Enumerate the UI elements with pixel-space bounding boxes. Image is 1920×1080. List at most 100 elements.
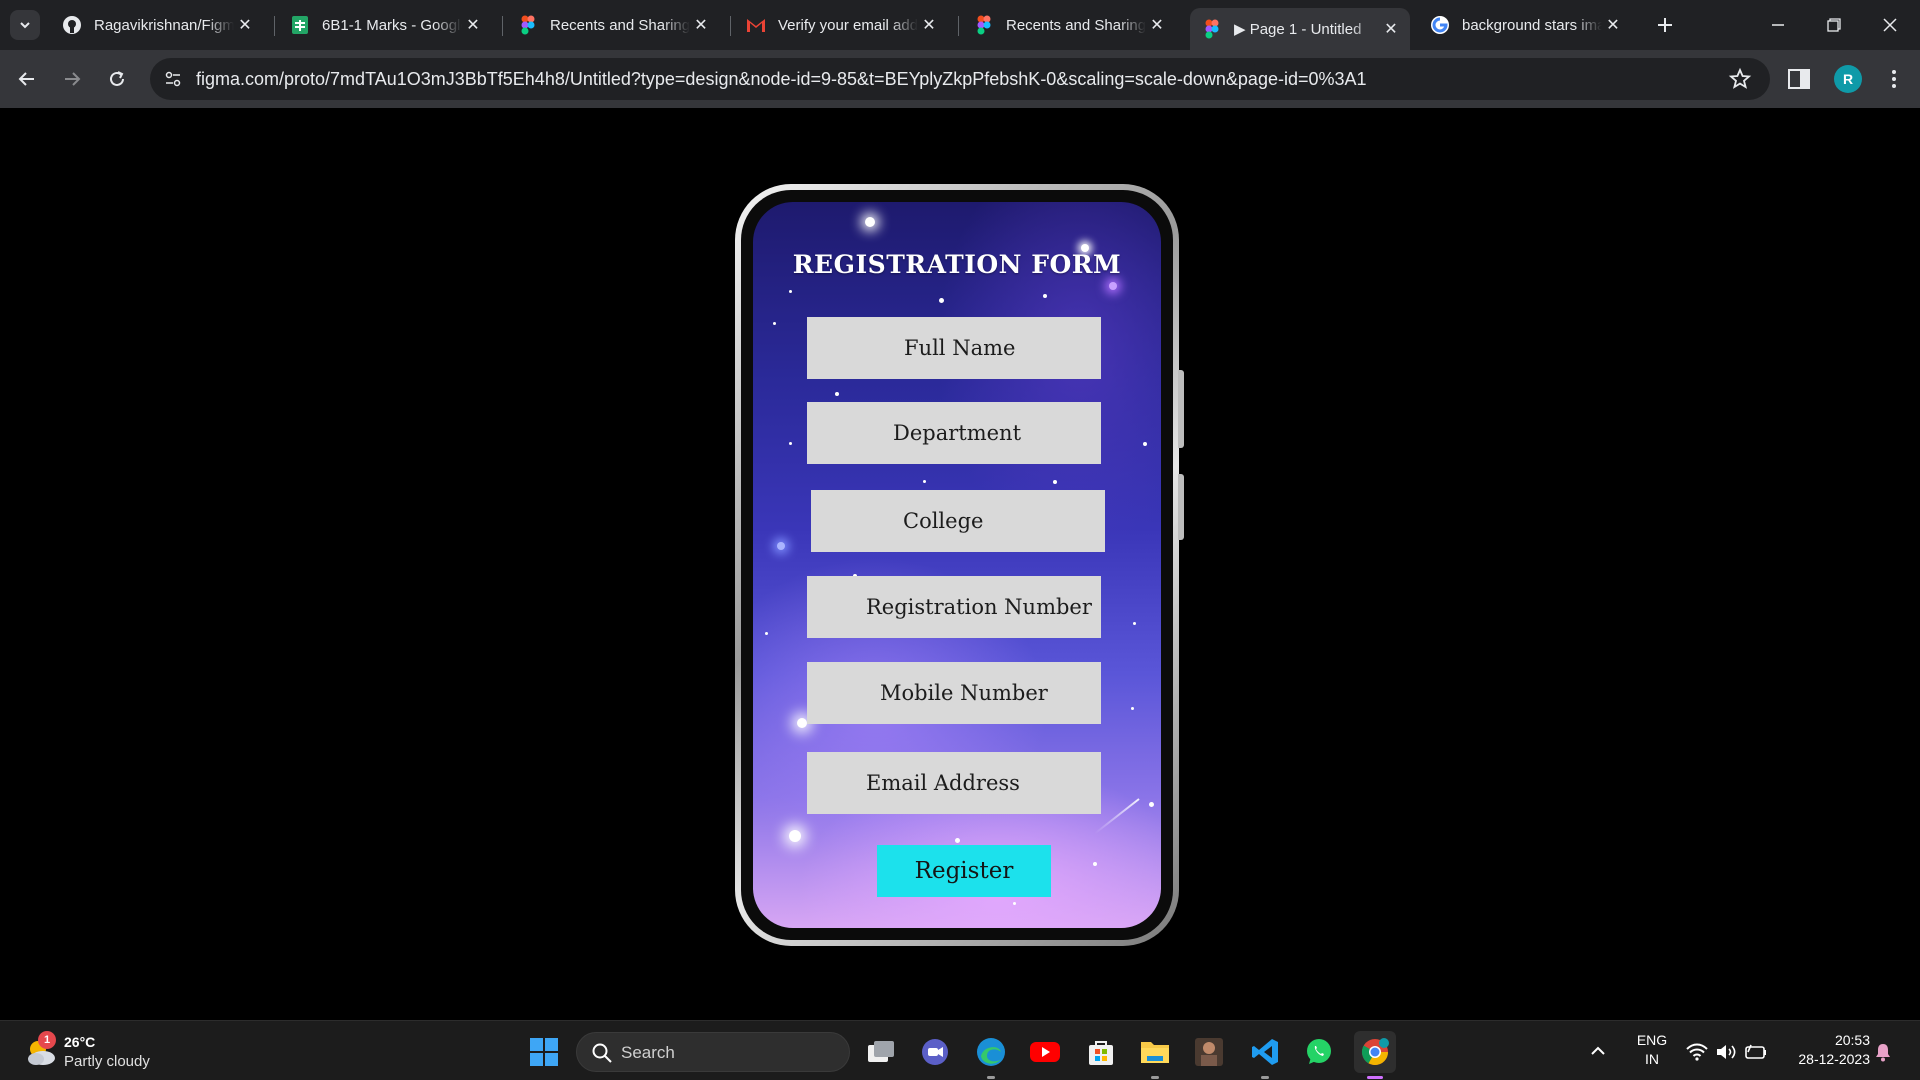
star — [1093, 862, 1097, 866]
file-explorer-icon[interactable] — [1134, 1031, 1176, 1079]
google-icon — [1430, 15, 1450, 35]
reload-button[interactable] — [100, 62, 134, 96]
mobile-number-field[interactable]: Mobile Number — [807, 662, 1101, 724]
tab-gmail[interactable]: Verify your email address ✕ — [734, 8, 948, 42]
tab-title: 6B1-1 Marks - Google Sheets — [322, 16, 462, 34]
star — [1143, 442, 1147, 446]
taskbar-search-box[interactable]: Search — [576, 1032, 850, 1072]
tab-search-button[interactable] — [10, 10, 40, 40]
close-icon[interactable]: ✕ — [234, 14, 256, 36]
language-indicator[interactable]: ENG IN — [1632, 1031, 1672, 1069]
microsoft-store-icon[interactable] — [1080, 1031, 1122, 1073]
email-address-field[interactable]: Email Address — [807, 752, 1101, 814]
star — [797, 718, 807, 728]
notification-badge: 1 — [38, 1031, 56, 1049]
star — [789, 290, 792, 293]
tab-google-search[interactable]: background stars images ✕ — [1418, 8, 1632, 42]
youtube-icon[interactable] — [1024, 1031, 1066, 1073]
tab-title: ▶ Page 1 - Untitled — [1234, 21, 1362, 38]
college-field[interactable]: College — [811, 490, 1105, 552]
arrow-right-icon — [65, 72, 81, 86]
close-icon — [1883, 18, 1897, 32]
tab-separator — [274, 16, 275, 36]
close-icon[interactable]: ✕ — [918, 14, 940, 36]
close-icon[interactable]: ✕ — [1380, 18, 1402, 40]
phone-screen: REGISTRATION FORM Full Name Department C… — [753, 202, 1161, 928]
running-indicator — [1367, 1076, 1383, 1079]
tab-title: Ragavikrishnan/Figma — [94, 16, 234, 34]
windows-start-icon[interactable] — [523, 1031, 565, 1073]
star — [789, 830, 801, 842]
google-sheets-icon — [290, 15, 310, 35]
star — [955, 838, 960, 843]
address-bar[interactable]: figma.com/proto/7mdTAu1O3mJ3BbTf5Eh4h8/U… — [150, 58, 1770, 100]
volume-icon[interactable] — [1714, 1040, 1738, 1064]
reload-icon — [110, 71, 124, 86]
plus-icon — [1658, 18, 1672, 32]
whatsapp-icon[interactable] — [1298, 1031, 1340, 1073]
phone-side-button — [1178, 370, 1184, 448]
side-panel-icon[interactable] — [1786, 66, 1812, 92]
battery-icon[interactable] — [1744, 1040, 1768, 1064]
new-tab-button[interactable] — [1650, 10, 1680, 40]
restore-button[interactable] — [1806, 0, 1862, 50]
search-placeholder: Search — [621, 1043, 675, 1062]
star — [1053, 480, 1057, 484]
site-info-icon[interactable] — [160, 66, 186, 92]
star — [1043, 294, 1047, 298]
phone-frame: REGISTRATION FORM Full Name Department C… — [735, 184, 1184, 946]
phone-side-button — [1178, 474, 1184, 540]
close-window-button[interactable] — [1862, 0, 1918, 50]
notification-bell-icon[interactable] — [1872, 1041, 1894, 1063]
tab-title: Recents and Sharing — [550, 16, 690, 34]
clock-time: 20:53 — [1834, 1032, 1870, 1048]
forward-button[interactable] — [55, 62, 89, 96]
wifi-icon[interactable] — [1685, 1040, 1709, 1064]
tab-figma-recents-2[interactable]: Recents and Sharing ✕ — [962, 8, 1176, 42]
bookmark-star-icon[interactable] — [1728, 67, 1752, 91]
tab-strip: Ragavikrishnan/Figma ✕ 6B1-1 Marks - Goo… — [0, 0, 1920, 50]
browser-menu-button[interactable] — [1880, 64, 1908, 94]
task-view-icon[interactable] — [860, 1031, 902, 1073]
register-button[interactable]: Register — [877, 845, 1051, 897]
tab-figma-page-active[interactable]: ▶ Page 1 - Untitled ✕ — [1190, 8, 1410, 50]
department-field[interactable]: Department — [807, 402, 1101, 464]
chrome-icon[interactable] — [1354, 1031, 1396, 1079]
close-icon[interactable]: ✕ — [462, 14, 484, 36]
weather-temperature: 26°C — [64, 1034, 96, 1050]
back-button[interactable] — [10, 62, 44, 96]
close-icon[interactable]: ✕ — [1602, 14, 1624, 36]
close-icon[interactable]: ✕ — [690, 14, 712, 36]
browser-toolbar: figma.com/proto/7mdTAu1O3mJ3BbTf5Eh4h8/U… — [0, 50, 1920, 108]
tab-google-sheets[interactable]: 6B1-1 Marks - Google Sheets ✕ — [278, 8, 492, 42]
star — [789, 442, 792, 445]
weather-widget[interactable]: 1 26°C Partly cloudy — [20, 1031, 190, 1073]
vscode-icon[interactable] — [1244, 1031, 1286, 1079]
registration-number-field[interactable]: Registration Number — [807, 576, 1101, 638]
star — [765, 632, 768, 635]
tab-github[interactable]: Ragavikrishnan/Figma ✕ — [50, 8, 264, 42]
running-indicator — [1261, 1076, 1269, 1079]
tab-title: Recents and Sharing — [1006, 16, 1146, 34]
clock[interactable]: 20:53 28-12-2023 — [1780, 1031, 1870, 1069]
teams-chat-icon[interactable] — [914, 1031, 956, 1073]
tab-title: Verify your email address — [778, 16, 918, 34]
figma-icon — [518, 15, 538, 35]
phone-bezel: REGISTRATION FORM Full Name Department C… — [741, 190, 1173, 940]
edge-icon[interactable] — [970, 1031, 1012, 1079]
prototype-viewport: REGISTRATION FORM Full Name Department C… — [0, 108, 1920, 1020]
windows-taskbar: 1 26°C Partly cloudy Search ENG IN 20:53… — [0, 1020, 1920, 1080]
tab-separator — [958, 16, 959, 36]
star — [1109, 282, 1117, 290]
url-text: figma.com/proto/7mdTAu1O3mJ3BbTf5Eh4h8/U… — [196, 69, 1367, 89]
minimize-button[interactable] — [1750, 0, 1806, 50]
weather-description: Partly cloudy — [64, 1053, 150, 1070]
profile-avatar[interactable]: R — [1834, 65, 1862, 93]
star — [777, 542, 785, 550]
full-name-field[interactable]: Full Name — [807, 317, 1101, 379]
figma-icon — [974, 15, 994, 35]
photo-app-icon[interactable] — [1188, 1031, 1230, 1073]
chevron-up-icon[interactable] — [1588, 1041, 1608, 1061]
close-icon[interactable]: ✕ — [1146, 14, 1168, 36]
tab-figma-recents-1[interactable]: Recents and Sharing ✕ — [506, 8, 720, 42]
